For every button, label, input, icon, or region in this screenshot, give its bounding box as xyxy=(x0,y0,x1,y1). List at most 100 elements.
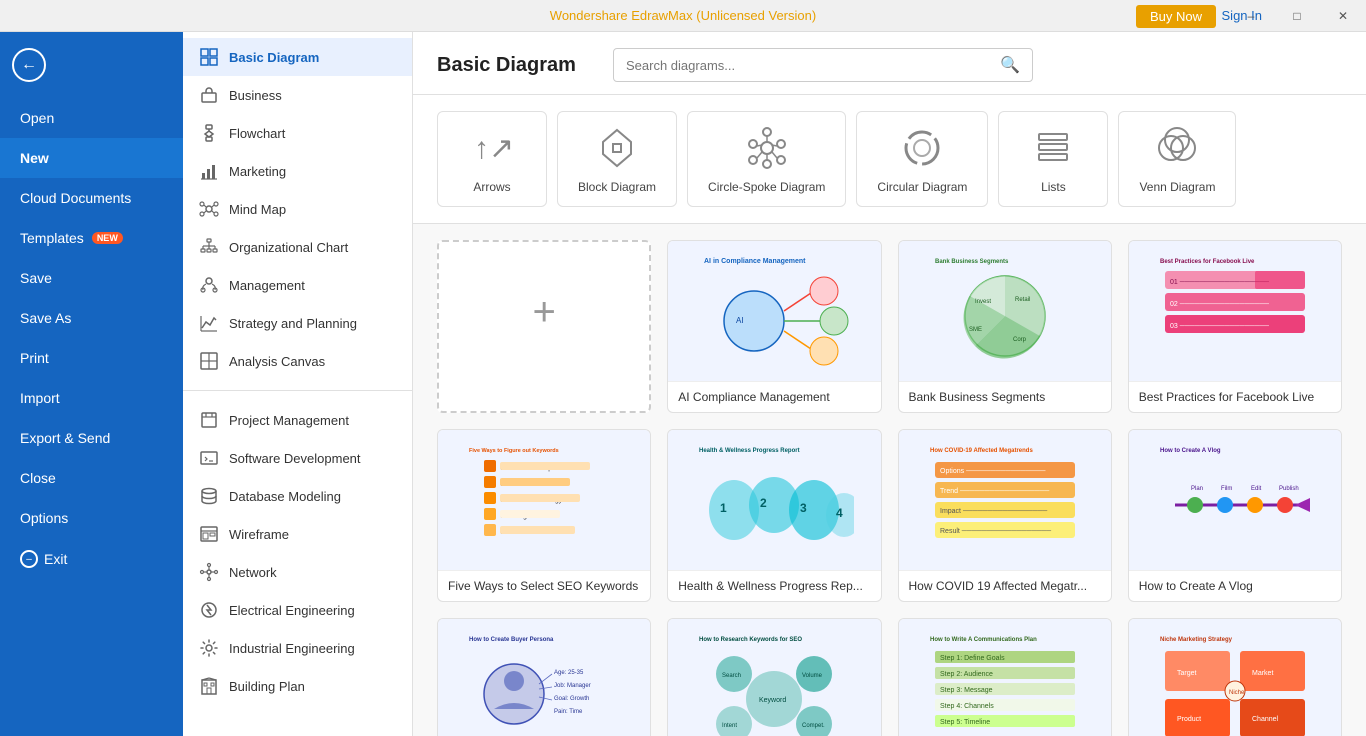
comm-thumb: How to Write A Communications Plan Step … xyxy=(899,619,1111,736)
mid-item-basic[interactable]: Basic Diagram xyxy=(183,38,412,76)
category-venn[interactable]: Venn Diagram xyxy=(1118,111,1236,207)
mid-item-network[interactable]: Network xyxy=(183,553,412,591)
org-chart-icon xyxy=(199,237,219,257)
template-grid: + AI in Compliance Management AI xyxy=(437,240,1342,736)
template-card-bank[interactable]: Bank Business Segments Retail Corp SME I… xyxy=(898,240,1112,413)
svg-text:Five Ways to Figure out Keywor: Five Ways to Figure out Keywords xyxy=(469,448,559,454)
mid-item-software[interactable]: Software Development xyxy=(183,439,412,477)
template-card-fb[interactable]: Best Practices for Facebook Live 01 ────… xyxy=(1128,240,1342,413)
building-icon xyxy=(199,676,219,696)
template-card-seo[interactable]: Five Ways to Figure out Keywords 01 Use … xyxy=(437,429,651,602)
sidebar-item-print[interactable]: Print xyxy=(0,338,183,378)
svg-text:How to Create A Vlog: How to Create A Vlog xyxy=(1160,448,1221,454)
health-diagram: Health & Wellness Progress Report 1 2 3 … xyxy=(668,430,880,570)
mid-item-business[interactable]: Business xyxy=(183,76,412,114)
mid-software-label: Software Development xyxy=(229,451,361,466)
vlog-diagram: How to Create A Vlog Plan Film Edit Publ… xyxy=(1129,430,1341,570)
category-circular[interactable]: Circular Diagram xyxy=(856,111,988,207)
mid-item-marketing[interactable]: Marketing xyxy=(183,152,412,190)
svg-text:3: 3 xyxy=(800,501,807,515)
covid-card-label: How COVID 19 Affected Megatr... xyxy=(899,570,1111,601)
svg-text:How to Write A Communications: How to Write A Communications Plan xyxy=(930,637,1037,643)
mid-item-database[interactable]: Database Modeling xyxy=(183,477,412,515)
sidebar-item-templates[interactable]: Templates NEW xyxy=(0,218,183,258)
analysis-icon xyxy=(199,351,219,371)
sidebar-item-cloud[interactable]: Cloud Documents xyxy=(0,178,183,218)
ai-card-label: AI Compliance Management xyxy=(668,381,880,412)
mid-item-org[interactable]: Organizational Chart xyxy=(183,228,412,266)
svg-text:Step 5: Timeline: Step 5: Timeline xyxy=(940,719,990,726)
mid-item-flowchart[interactable]: Flowchart xyxy=(183,114,412,152)
sidebar-new-label: New xyxy=(20,150,49,166)
sidebar-item-export[interactable]: Export & Send xyxy=(0,418,183,458)
sidebar-item-new[interactable]: New xyxy=(0,138,183,178)
mid-mindmap-label: Mind Map xyxy=(229,202,286,217)
buy-now-button[interactable]: Buy Now xyxy=(1136,5,1216,28)
template-card-vlog[interactable]: How to Create A Vlog Plan Film Edit Publ… xyxy=(1128,429,1342,602)
fb-diagram: Best Practices for Facebook Live 01 ────… xyxy=(1129,241,1341,381)
category-arrows[interactable]: ↑↗ Arrows xyxy=(437,111,547,207)
svg-text:↑↗: ↑↗ xyxy=(474,132,514,165)
mid-item-pm[interactable]: Project Management xyxy=(183,401,412,439)
bank-diagram: Bank Business Segments Retail Corp SME I… xyxy=(899,241,1111,381)
circle-spoke-icon xyxy=(743,124,791,172)
vlog-card-label: How to Create A Vlog xyxy=(1129,570,1341,601)
template-card-niche[interactable]: Niche Marketing Strategy Target Market P… xyxy=(1128,618,1342,736)
sidebar-item-exit[interactable]: – Exit xyxy=(0,538,183,580)
electrical-icon xyxy=(199,600,219,620)
mid-item-management[interactable]: Management xyxy=(183,266,412,304)
mid-electrical-label: Electrical Engineering xyxy=(229,603,355,618)
svg-text:Keyword: Keyword xyxy=(759,697,786,704)
wireframe-icon xyxy=(199,524,219,544)
svg-text:Best Practices for Facebook Li: Best Practices for Facebook Live xyxy=(1160,259,1255,265)
sidebar-item-open[interactable]: Open xyxy=(0,98,183,138)
network-icon xyxy=(199,562,219,582)
sidebar-print-label: Print xyxy=(20,350,49,366)
plus-icon: + xyxy=(532,290,555,335)
circle-spoke-label: Circle-Spoke Diagram xyxy=(708,180,825,194)
mid-item-industrial[interactable]: Industrial Engineering xyxy=(183,629,412,667)
search-icon[interactable]: 🔍 xyxy=(1000,55,1020,75)
svg-text:How to Create Buyer Persona: How to Create Buyer Persona xyxy=(469,637,554,643)
back-button[interactable]: ← xyxy=(0,32,183,98)
health-thumb: Health & Wellness Progress Report 1 2 3 … xyxy=(668,430,880,570)
covid-diagram: How COVID-19 Affected Megatrends Options… xyxy=(899,430,1111,570)
template-card-health[interactable]: Health & Wellness Progress Report 1 2 3 … xyxy=(667,429,881,602)
minimize-button[interactable]: – xyxy=(1228,0,1274,32)
sidebar-item-options[interactable]: Options xyxy=(0,498,183,538)
template-card-comm[interactable]: How to Write A Communications Plan Step … xyxy=(898,618,1112,736)
sidebar-item-save-as[interactable]: Save As xyxy=(0,298,183,338)
mid-item-mindmap[interactable]: Mind Map xyxy=(183,190,412,228)
template-card-seo2[interactable]: How to Research Keywords for SEO Keyword… xyxy=(667,618,881,736)
category-block[interactable]: Block Diagram xyxy=(557,111,677,207)
svg-text:Health & Wellness Progress Rep: Health & Wellness Progress Report xyxy=(699,448,800,454)
sidebar-open-label: Open xyxy=(20,110,54,126)
sidebar-export-label: Export & Send xyxy=(20,430,110,446)
window-controls: – □ ✕ xyxy=(1228,0,1366,32)
sidebar-item-close[interactable]: Close xyxy=(0,458,183,498)
category-circle-spoke[interactable]: Circle-Spoke Diagram xyxy=(687,111,846,207)
mid-item-strategy[interactable]: Strategy and Planning xyxy=(183,304,412,342)
mid-sidebar: Basic Diagram Business Flowchart Marketi… xyxy=(183,32,413,736)
close-button[interactable]: ✕ xyxy=(1320,0,1366,32)
template-card-covid[interactable]: How COVID-19 Affected Megatrends Options… xyxy=(898,429,1112,602)
mid-item-building[interactable]: Building Plan xyxy=(183,667,412,705)
svg-text:Goal: Growth: Goal: Growth xyxy=(554,696,589,702)
svg-text:Publish: Publish xyxy=(1279,486,1299,492)
mid-item-wireframe[interactable]: Wireframe xyxy=(183,515,412,553)
svg-text:1: 1 xyxy=(720,501,727,515)
template-card-buyer[interactable]: How to Create Buyer Persona Age: 25-35 J… xyxy=(437,618,651,736)
mid-basic-label: Basic Diagram xyxy=(229,50,319,65)
mid-item-analysis[interactable]: Analysis Canvas xyxy=(183,342,412,380)
svg-text:Invest: Invest xyxy=(975,299,991,305)
maximize-button[interactable]: □ xyxy=(1274,0,1320,32)
mid-item-electrical[interactable]: Electrical Engineering xyxy=(183,591,412,629)
sidebar-item-save[interactable]: Save xyxy=(0,258,183,298)
search-input[interactable] xyxy=(626,58,992,73)
sidebar-item-import[interactable]: Import xyxy=(0,378,183,418)
category-lists[interactable]: Lists xyxy=(998,111,1108,207)
new-template-card[interactable]: + xyxy=(437,240,651,413)
svg-text:Film: Film xyxy=(1221,486,1232,492)
template-card-ai[interactable]: AI in Compliance Management AI xyxy=(667,240,881,413)
management-icon xyxy=(199,275,219,295)
